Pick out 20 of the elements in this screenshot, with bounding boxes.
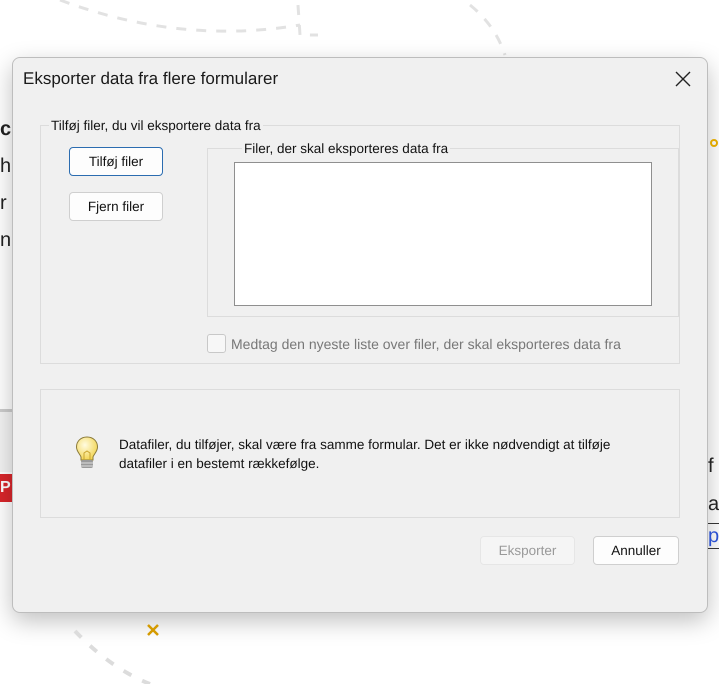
file-list[interactable] [234, 162, 652, 306]
dialog-button[interactable]: Fjern filer [69, 192, 163, 221]
checkbox-label: Medtag den nyeste liste over filer, der skal eksporteres data fra [231, 336, 621, 352]
group-legend: Tilføj filer, du vil eksportere data fra [49, 118, 263, 133]
background-text: n [0, 228, 12, 253]
dialog-button[interactable]: Annuller [593, 536, 679, 565]
background-text: f [708, 454, 715, 479]
circle-icon [710, 139, 718, 147]
background-text: h [0, 154, 12, 179]
background-link[interactable]: p [708, 523, 719, 549]
close-icon[interactable] [675, 71, 691, 87]
group-legend: Filer, der skal eksporteres data fra [242, 141, 450, 156]
background-text: c [0, 117, 12, 142]
info-text: Datafiler, du tilføjer, skal være fra samme formular. Det er ikke nødvendigt at tilføje datafiler i en bestemt rækkefølge. [119, 436, 612, 472]
lightbulb-icon [75, 436, 99, 471]
dialog-button[interactable]: Tilføj filer [69, 147, 163, 176]
window-title: Eksporter data fra flere formularer [23, 69, 278, 89]
background-text: a [708, 492, 719, 517]
background-text: r [0, 191, 8, 216]
background-badge: P [0, 474, 12, 502]
